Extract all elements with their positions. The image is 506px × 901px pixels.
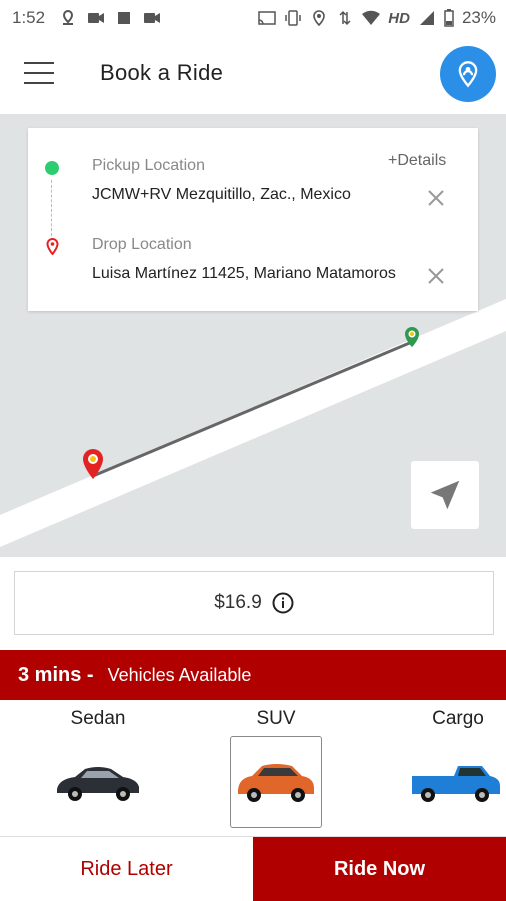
vehicle-image-box [230,736,322,828]
availability-banner: 3 mins - Vehicles Available [0,650,506,700]
location-icon [313,10,326,26]
app-bar: Book a Ride [0,36,506,115]
status-icons-right: HD 23% [258,0,496,36]
ride-later-button[interactable]: Ride Later [0,837,253,901]
details-link[interactable]: +Details [388,152,446,170]
vehicle-option-sedan[interactable]: Sedan [38,700,158,836]
vehicle-image-box [52,736,144,828]
cast-icon [258,11,277,25]
navigate-button[interactable] [411,461,479,529]
battery-level: 23% [461,8,496,27]
pickup-field[interactable]: JCMW+RV Mezquitillo, Zac., Mexico [92,186,398,204]
ride-now-button[interactable]: Ride Now [253,837,506,901]
clear-pickup-icon[interactable] [426,188,446,208]
signal-icon [419,11,434,25]
info-icon[interactable] [272,592,294,614]
vibrate-icon [285,10,302,26]
navigation-arrow-icon [430,480,460,510]
availability-text: Vehicles Available [107,664,252,685]
wifi-icon [362,10,381,25]
location-pin-icon [63,10,74,25]
clear-drop-icon[interactable] [426,266,446,286]
drop-label: Drop Location [92,236,192,253]
video-camera-icon [144,13,161,23]
status-bar: 1:52 HD 23% [0,0,506,36]
vehicle-name: Cargo [432,708,484,729]
status-icons-left [59,10,161,26]
sedan-car-icon [57,767,139,801]
vehicle-option-suv[interactable]: SUV [216,700,336,836]
suv-car-icon [238,764,314,802]
fare-amount: $16.9 [214,592,262,613]
page-title: Book a Ride [100,60,224,85]
map-view[interactable]: Pickup Location JCMW+RV Mezquitillo, Zac… [0,114,506,557]
pickup-marker-icon [405,327,419,347]
drop-field[interactable]: Luisa Martínez 11425, Mariano Matamoros [92,265,398,283]
bottom-actions: Ride Later Ride Now [0,836,506,901]
vehicle-name: Sedan [70,708,126,729]
eta-minutes: 3 mins - [18,663,94,686]
pickup-truck-icon [412,766,500,802]
video-camera-icon [88,13,105,23]
vehicle-selector: Sedan SUV Cargo [0,700,506,836]
vehicle-image-box [410,736,502,828]
pickup-label: Pickup Location [92,157,205,174]
status-time: 1:52 [12,8,46,27]
hamburger-icon[interactable] [24,62,54,86]
route-card: Pickup Location JCMW+RV Mezquitillo, Zac… [28,128,478,311]
person-location-icon [458,61,478,88]
pickup-dot-icon [45,161,59,175]
route-connector [51,180,52,236]
fare-box: $16.9 [14,571,494,635]
drop-pin-icon [46,238,59,255]
drop-marker-icon [83,449,103,479]
battery-icon [444,9,454,27]
my-location-button[interactable] [440,46,496,102]
vehicle-option-cargo[interactable]: Cargo [398,700,506,836]
data-arrows-icon [339,10,351,26]
stop-square-icon [118,12,131,24]
vehicle-name: SUV [256,708,296,729]
network-type: HD [388,9,410,27]
